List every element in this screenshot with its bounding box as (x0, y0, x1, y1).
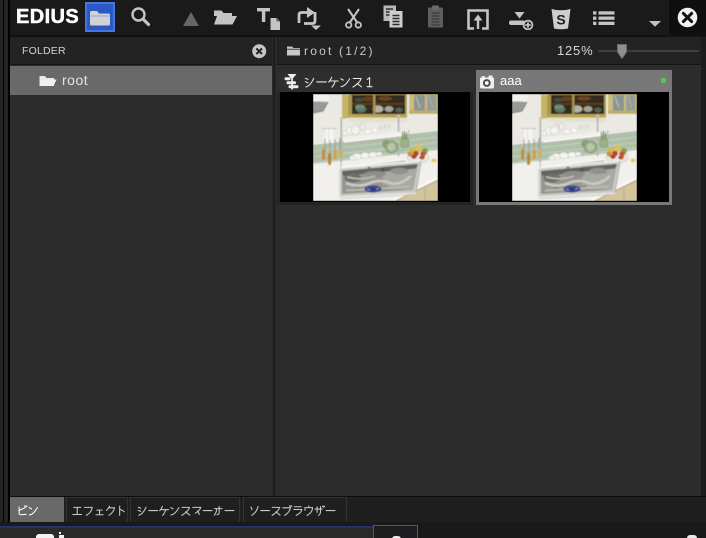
svg-text:S: S (556, 12, 565, 28)
